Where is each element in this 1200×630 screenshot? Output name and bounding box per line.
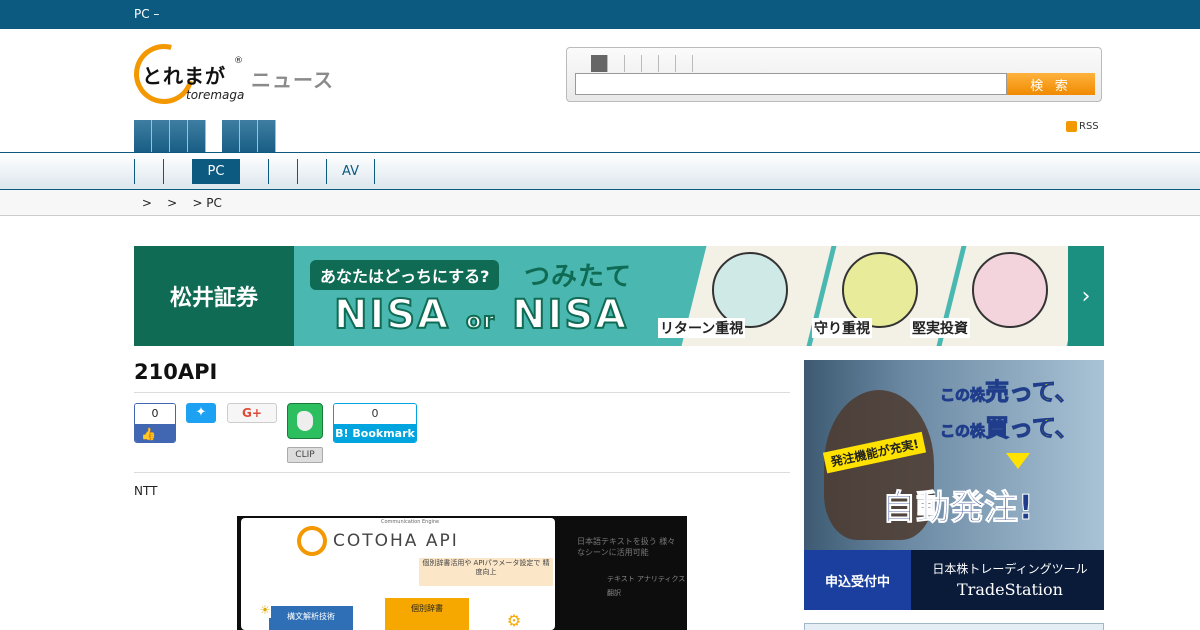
site-logo[interactable]: とれまが ® toremaga ニュース [123,33,344,115]
search-tab[interactable] [659,55,676,72]
section-tab[interactable] [152,120,170,153]
banner-tsumitate: つみたて [524,262,633,292]
top-bar-text: PC – [134,7,160,21]
search-button[interactable]: 検 索 [1007,73,1095,95]
section-tab[interactable] [134,120,152,153]
logo-registered: ® [234,56,243,66]
twitter-bird-icon: ✦ [195,405,207,420]
ad-line1-hl: 売って、 [985,378,1080,407]
search-tab[interactable] [591,55,608,72]
section-tab[interactable] [258,120,276,153]
article: 210API 0 👍 ✦ G+ CLIP 0 B! Bookmark NTT [134,360,790,498]
section-tab[interactable] [240,120,258,153]
gear-icon: ⚙ [499,610,529,630]
nav-item-av[interactable]: AV [327,159,375,184]
hatena-count: 0 [334,404,416,424]
figure-tagline: Communication Engine [381,519,440,525]
search-input[interactable] [575,73,1007,95]
ad-apply[interactable]: 申込受付中 [804,550,911,610]
search-tab[interactable] [625,55,642,72]
article-title: 210API [134,360,790,393]
article-image: Communication Engine COTOHA API 個別辞書活用や … [237,516,687,630]
figure-node-parse: 構文解析技術 [269,606,353,630]
section-tab[interactable] [188,120,206,153]
category-nav: PC AV [0,152,1200,190]
evernote-clip-label[interactable]: CLIP [287,447,323,463]
section-tabs [134,120,276,153]
logo-roman: toremaga [186,88,245,102]
character-face-icon [972,252,1048,328]
search-box: 検 索 [566,47,1102,102]
section-tab-active[interactable] [206,120,222,153]
banner-panel-label: 守り重視 [812,318,872,338]
thumbs-up-icon: 👍 [135,424,175,442]
logo-news: ニュース [251,68,334,92]
lightbulb-icon: ☀ [259,602,271,618]
hatena-bookmark-button[interactable]: 0 B! Bookmark [333,403,417,443]
rss-icon [1066,121,1077,132]
rss-link[interactable]: RSS [1066,121,1099,132]
ad-banner[interactable]: 松井証券 リターン重視 守り重視 堅実投資 あなたはどっちにする? つみたて N… [134,246,1104,346]
figure-note: 個別辞書活用や APIパラメータ設定で 精度向上 [419,558,553,586]
rss-label: RSS [1079,121,1099,132]
search-tab[interactable] [608,55,625,72]
banner-next-arrow-icon[interactable]: › [1068,246,1104,346]
search-tabs [591,55,693,72]
section-tab[interactable] [222,120,240,153]
hatena-label: B! Bookmark [334,424,416,442]
banner-nisa-headline: NISA or NISA [333,291,629,339]
banner-panel-label: 堅実投資 [910,318,970,338]
figure-brand: COTOHA API [333,531,459,551]
breadcrumb: > > > PC [0,190,1200,216]
nav-item[interactable] [134,159,164,184]
cotoha-logo-icon [297,526,327,556]
side-ad[interactable]: この株売って、 この株買って、 発注機能が充実! 自動発注! 申込受付中 日本株… [804,360,1104,610]
twitter-button[interactable]: ✦ [186,403,216,423]
search-tab[interactable] [642,55,659,72]
figure-node-dictionary: 個別辞書 [385,598,469,630]
ad-line2: この株買って、 [939,408,1080,443]
top-bar: PC – [0,0,1200,29]
figure-right-list: テキスト アナリティクス 翻訳 [607,572,685,600]
figure-card: Communication Engine COTOHA API 個別辞書活用や … [241,518,555,630]
banner-question: あなたはどっちにする? [310,260,500,290]
evernote-elephant-icon[interactable] [287,403,323,439]
sidebar-box [804,623,1104,630]
ad-main: 自動発注! [882,488,1035,529]
google-plus-button[interactable]: G+ [227,403,277,423]
share-buttons: 0 👍 ✦ G+ CLIP 0 B! Bookmark [134,393,790,473]
down-arrow-icon [1006,453,1030,469]
banner-nisa-left: NISA [333,291,451,339]
section-tab[interactable] [170,120,188,153]
ad-tool: 日本株トレーディングツール [932,562,1088,576]
facebook-like-button[interactable]: 0 👍 [134,403,176,443]
banner-brand: 松井証券 [134,246,294,346]
search-tab[interactable] [676,55,693,72]
figure-right-item: 翻訳 [607,589,621,597]
nav-item[interactable] [269,159,298,184]
banner-panel-label: リターン重視 [658,318,746,338]
figure-right-item: テキスト アナリティクス [607,575,686,583]
character-face-icon [712,252,788,328]
ad-line2-hl: 買って、 [985,414,1080,443]
banner-or: or [465,308,497,335]
ad-brand: TradeStation [957,580,1063,599]
character-face-icon [842,252,918,328]
ad-line1-pre: この株 [939,386,986,405]
ad-line1: この株売って、 [939,372,1080,407]
article-lead: NTT [134,484,158,498]
figure-right-text: 日本語テキストを扱う 様々なシーンに活用可能 [577,537,676,557]
nav-item[interactable] [298,159,327,184]
banner-nisa-right: NISA [511,291,629,339]
nav-item[interactable] [240,159,269,184]
ad-line2-pre: この株 [939,422,986,441]
breadcrumb-text[interactable]: > > > PC [138,196,222,210]
nav-item-pc[interactable]: PC [192,159,240,184]
logo-jp: とれまが [142,64,226,88]
facebook-count: 0 [135,404,175,424]
